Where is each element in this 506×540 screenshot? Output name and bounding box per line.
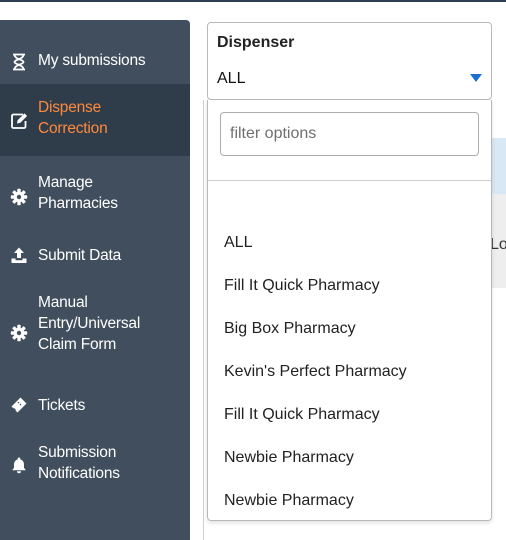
ticket-icon <box>10 396 28 414</box>
dropdown-option[interactable]: Big Box Pharmacy <box>224 320 356 338</box>
sidebar-item-label: Manual Entry/Universal Claim Form <box>38 294 141 353</box>
edit-icon <box>10 112 28 130</box>
dispenser-select[interactable]: Dispenser ALL <box>207 22 492 100</box>
sidebar-item-label: Manage Pharmacies <box>38 174 118 212</box>
hourglass-icon <box>10 53 28 71</box>
top-rule <box>0 0 506 2</box>
filter-options-input[interactable] <box>220 112 479 156</box>
dispenser-dropdown: ALL Fill It Quick Pharmacy Big Box Pharm… <box>207 100 492 521</box>
sidebar-item-manual-entry[interactable]: Manual Entry/Universal Claim Form <box>0 288 190 376</box>
sidebar-nav: My submissions Dispense Correction Manag… <box>0 20 190 540</box>
sidebar-item-dispense-correction[interactable]: Dispense Correction <box>0 84 190 156</box>
sidebar-item-label: Tickets <box>38 397 86 414</box>
dropdown-option[interactable]: Fill It Quick Pharmacy <box>224 277 380 295</box>
dispenser-selected-value: ALL <box>217 70 246 87</box>
upload-icon <box>10 246 28 264</box>
gear-icon <box>10 188 28 206</box>
sidebar-item-label: Submission Notifications <box>38 444 120 482</box>
bell-icon <box>10 456 28 474</box>
content-border <box>203 100 204 540</box>
sidebar-item-tickets[interactable]: Tickets <box>0 388 190 424</box>
dropdown-option[interactable]: Fill It Quick Pharmacy <box>224 406 380 424</box>
dropdown-option[interactable]: Newbie Pharmacy <box>224 492 354 510</box>
sidebar-item-label: My submissions <box>38 52 146 69</box>
sidebar-item-submit-data[interactable]: Submit Data <box>0 238 190 274</box>
sidebar-item-label: Dispense Correction <box>38 99 108 137</box>
caret-down-icon <box>470 74 482 82</box>
dropdown-option[interactable]: Kevin's Perfect Pharmacy <box>224 363 407 381</box>
page: My submissions Dispense Correction Manag… <box>0 0 506 540</box>
dispenser-label: Dispenser <box>217 34 295 51</box>
dropdown-option[interactable]: ALL <box>224 234 252 252</box>
sidebar-item-my-submissions[interactable]: My submissions <box>0 42 190 78</box>
background-panel <box>490 138 506 194</box>
sidebar-item-label: Submit Data <box>38 247 122 264</box>
dropdown-option[interactable]: Newbie Pharmacy <box>224 449 354 467</box>
background-partial-text: Lo <box>490 236 506 253</box>
sidebar-item-submission-notifications[interactable]: Submission Notifications <box>0 436 190 492</box>
gear-icon <box>10 324 28 342</box>
sidebar-item-manage-pharmacies[interactable]: Manage Pharmacies <box>0 162 190 228</box>
dropdown-divider <box>208 180 491 181</box>
